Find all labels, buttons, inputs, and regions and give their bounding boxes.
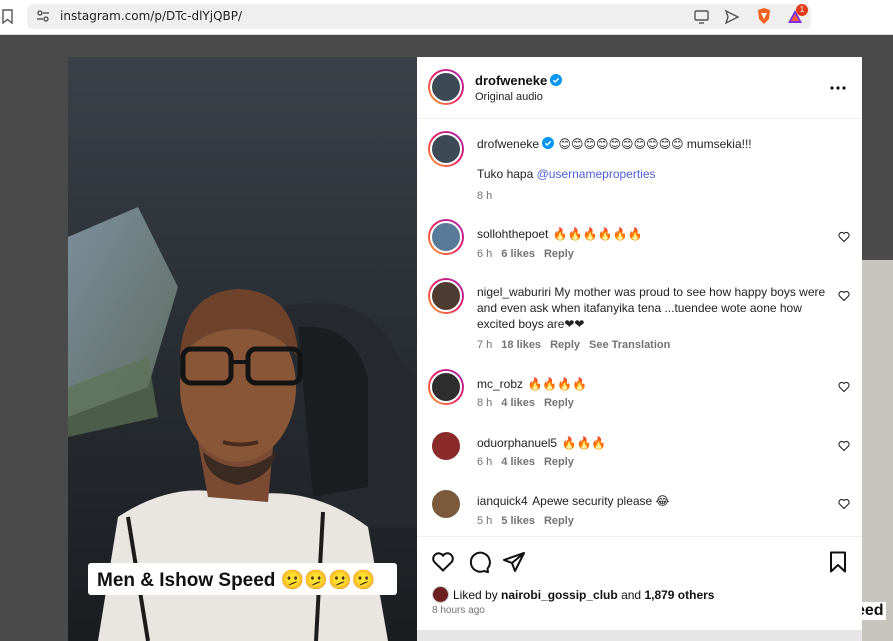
post-video[interactable]: Men & Ishow Speed 🫤🫤🫤🫤 (68, 57, 417, 641)
commenter-username[interactable]: mc_robz (477, 377, 523, 391)
post-timestamp[interactable]: 8 hours ago (432, 605, 485, 616)
comment-meta: 8 h 4 likes Reply (477, 397, 574, 409)
caption-author-username[interactable]: drofweneke (477, 137, 539, 151)
commenter-avatar[interactable] (428, 369, 464, 405)
commenter-avatar[interactable] (428, 486, 464, 522)
commenter-username[interactable]: nigel_waburiri (477, 285, 551, 299)
comment-time[interactable]: 7 h (477, 339, 492, 351)
comment-time[interactable]: 5 h (477, 515, 492, 527)
save-bookmark-icon[interactable] (826, 550, 850, 574)
author-username[interactable]: drofweneke (475, 73, 547, 88)
comment-meta: 7 h 18 likes Reply See Translation (477, 339, 670, 351)
next-post-caption: eed (862, 602, 886, 620)
comment-text: 🔥🔥🔥 (561, 436, 607, 450)
liked-by-and: and (617, 588, 645, 602)
comment-reply-button[interactable]: Reply (544, 456, 574, 468)
comments-list[interactable]: drofweneke 😊😊😊😊😊😊😊😊😊😊 mumsekia!!! Tuko h… (417, 119, 862, 536)
url-text[interactable]: instagram.com/p/DTc-dlYjQBP/ (60, 9, 242, 23)
video-caption-text: Men & Ishow Speed 🫤🫤🫤🫤 (97, 570, 376, 591)
commenter-username[interactable]: sollohthepoet (477, 227, 548, 241)
next-post-preview[interactable]: eed (862, 260, 893, 641)
liked-by-prefix: Liked by (453, 588, 502, 602)
comment-meta: 5 h 5 likes Reply (477, 515, 574, 527)
liked-by-user-link[interactable]: nairobi_gossip_club (501, 588, 618, 602)
see-translation-link[interactable]: See Translation (589, 339, 670, 351)
cast-icon[interactable] (693, 8, 711, 26)
comment-likes[interactable]: 4 likes (501, 397, 535, 409)
rewards-badge: 1 (796, 4, 808, 16)
commenter-username[interactable]: oduorphanuel5 (477, 436, 557, 450)
post-actions: Liked by nairobi_gossip_club and 1,879 o… (417, 536, 862, 641)
comment-likes[interactable]: 5 likes (501, 515, 535, 527)
comment-time[interactable]: 6 h (477, 248, 492, 260)
bookmark-icon[interactable] (2, 9, 13, 24)
send-icon[interactable] (723, 8, 741, 26)
comment-bubble-icon[interactable] (467, 550, 491, 574)
comment-input-edge (417, 630, 862, 641)
comment-like-heart-icon[interactable] (838, 440, 850, 452)
comment-reply-button[interactable]: Reply (544, 515, 574, 527)
verified-badge-icon (550, 74, 563, 86)
liked-by-avatar[interactable] (432, 586, 449, 603)
video-caption-overlay: Men & Ishow Speed 🫤🫤🫤🫤 (88, 563, 397, 595)
comment-meta: 6 h 4 likes Reply (477, 456, 574, 468)
brave-shield-icon[interactable] (755, 7, 773, 25)
comment-like-heart-icon[interactable] (838, 290, 850, 302)
comment-text: 🔥🔥🔥🔥 (527, 377, 588, 391)
comment-like-heart-icon[interactable] (838, 231, 850, 243)
commenter-username[interactable]: ianquick4 (477, 494, 528, 508)
post-header: drofweneke Original audio (417, 57, 862, 119)
comment-like-heart-icon[interactable] (838, 381, 850, 393)
comment-reply-button[interactable]: Reply (544, 397, 574, 409)
video-frame (68, 57, 417, 641)
comment-reply-button[interactable]: Reply (550, 339, 580, 351)
commenter-avatar[interactable] (428, 278, 464, 314)
caption-text: 😊😊😊😊😊😊😊😊😊😊 mumsekia!!! (558, 137, 752, 151)
comment-meta: 6 h 6 likes Reply (477, 248, 574, 260)
comment-text: 🔥🔥🔥🔥🔥🔥 (552, 227, 643, 241)
liked-by-others-link[interactable]: 1,879 others (644, 588, 714, 602)
liked-by-text: Liked by nairobi_gossip_club and 1,879 o… (432, 586, 714, 603)
comment-likes[interactable]: 6 likes (501, 248, 535, 260)
comment-reply-button[interactable]: Reply (544, 248, 574, 260)
caption-line-2-text: Tuko hapa (477, 167, 537, 181)
caption-timestamp[interactable]: 8 h (477, 190, 492, 202)
like-heart-icon[interactable] (431, 550, 455, 574)
commenter-avatar[interactable] (428, 428, 464, 464)
share-send-icon[interactable] (502, 550, 526, 574)
post-details-panel: drofweneke Original audio drofweneke 😊😊😊… (417, 57, 862, 641)
more-options-icon[interactable] (829, 79, 847, 97)
comment-text: Apewe security please 😂 (532, 494, 670, 508)
comment-time[interactable]: 8 h (477, 397, 492, 409)
site-settings-icon[interactable] (36, 9, 50, 23)
author-avatar[interactable] (428, 69, 464, 105)
audio-label[interactable]: Original audio (475, 91, 543, 103)
comment-likes[interactable]: 18 likes (501, 339, 541, 351)
comment-time[interactable]: 6 h (477, 456, 492, 468)
comment-likes[interactable]: 4 likes (501, 456, 535, 468)
browser-toolbar: instagram.com/p/DTc-dlYjQBP/ 1 (0, 0, 893, 35)
caption-mention-link[interactable]: @usernameproperties (537, 167, 656, 181)
verified-badge-icon (542, 137, 555, 149)
caption-line-2: Tuko hapa @usernameproperties (477, 167, 656, 181)
comment-like-heart-icon[interactable] (838, 498, 850, 510)
caption-author-avatar[interactable] (428, 131, 464, 167)
commenter-avatar[interactable] (428, 219, 464, 255)
